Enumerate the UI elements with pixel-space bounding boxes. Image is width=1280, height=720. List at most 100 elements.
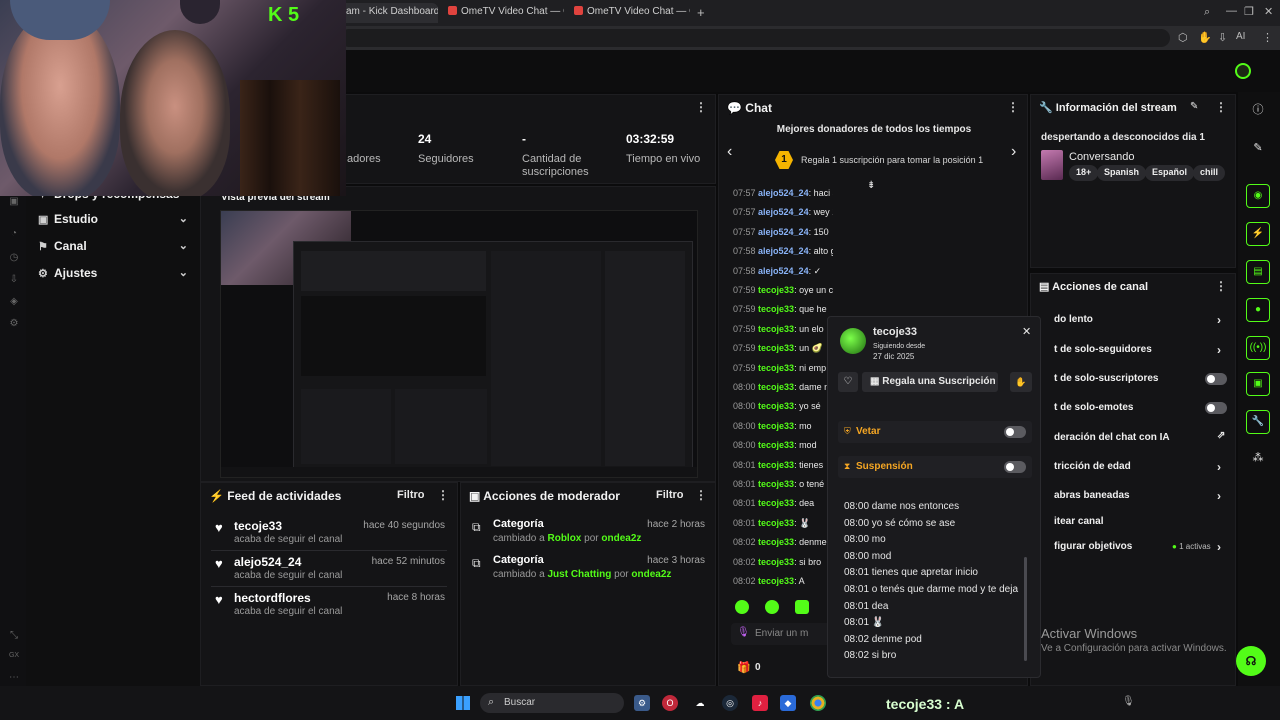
chat-message[interactable]: 08:00 tecoje33: mod xyxy=(733,440,817,450)
emote-3-icon[interactable] xyxy=(795,600,809,614)
stream-info-menu-icon[interactable]: ⋮ xyxy=(1215,100,1227,114)
app-icon[interactable]: ◆ xyxy=(780,695,796,711)
more-options-button[interactable]: ✋ xyxy=(1010,372,1032,392)
donors-next-icon[interactable]: › xyxy=(1011,143,1016,161)
tab-ometv-2[interactable]: OmeTV Video Chat — Ome xyxy=(566,3,690,23)
chat-message[interactable]: 08:00 tecoje33: mo xyxy=(733,421,812,431)
cloud-app-icon[interactable]: ☁ xyxy=(692,695,708,711)
chat-message-user[interactable]: tecoje33 xyxy=(758,576,794,586)
chat-message[interactable]: 07:59 tecoje33: oye un choclo xyxy=(733,285,833,295)
rail-icon-6[interactable]: ⚙ xyxy=(8,318,20,330)
extension-icon[interactable]: ⬡ xyxy=(1178,31,1188,44)
external-link-icon[interactable]: ⇗ xyxy=(1217,430,1225,441)
chat-message-user[interactable]: tecoje33 xyxy=(758,537,794,547)
activity-filter-button[interactable]: Filtro xyxy=(397,489,425,501)
close-window-icon[interactable]: ✕ xyxy=(1264,5,1273,18)
chat-message-user[interactable]: tecoje33 xyxy=(758,304,794,314)
chat-message-user[interactable]: alejo524_24 xyxy=(758,227,809,237)
chat-message-user[interactable]: tecoje33 xyxy=(758,324,794,334)
chat-message[interactable]: 07:57 alejo524_24: 150 xyxy=(733,227,829,237)
chevron-right-icon[interactable]: › xyxy=(1217,540,1221,554)
mic-tray-icon[interactable]: 🎙 xyxy=(1122,696,1135,707)
chat-message[interactable]: 07:59 tecoje33: un elo xyxy=(733,324,824,334)
chevron-right-icon[interactable]: › xyxy=(1217,489,1221,503)
chat-message-user[interactable]: alejo524_24 xyxy=(758,207,809,217)
share-icon[interactable]: ⁂ xyxy=(1246,446,1270,470)
tab-ometv-1[interactable]: OmeTV Video Chat — Ome xyxy=(440,3,564,23)
stats-menu-icon[interactable]: ⋮ xyxy=(695,100,707,114)
emote-2-icon[interactable] xyxy=(765,600,779,614)
timeout-toggle[interactable] xyxy=(1004,461,1026,473)
donors-prev-icon[interactable]: ‹ xyxy=(727,143,732,161)
info-icon[interactable]: ⓘ xyxy=(1246,98,1270,122)
gift-box-icon[interactable]: 🎁 xyxy=(737,661,751,674)
new-tab-button[interactable]: + xyxy=(697,5,705,20)
subscribers-only-toggle[interactable] xyxy=(1205,373,1227,385)
lightning-button[interactable]: ⚡ xyxy=(1246,222,1270,246)
chat-message[interactable]: 07:58 alejo524_24: ✓ xyxy=(733,266,821,277)
rail-icon-1[interactable]: ▣ xyxy=(8,196,20,208)
nav-item-studio[interactable]: ▣ Estudio ⌄ xyxy=(38,212,188,232)
chat-message-user[interactable]: tecoje33 xyxy=(758,382,794,392)
action-ai-moderation[interactable]: deración del chat con IA xyxy=(1054,432,1170,443)
emotes-only-toggle[interactable] xyxy=(1205,402,1227,414)
channel-actions-menu-icon[interactable]: ⋮ xyxy=(1215,279,1227,293)
search-tabs-icon[interactable]: ⌕ xyxy=(1204,6,1210,19)
chat-message[interactable]: 07:59 tecoje33: ni emp xyxy=(733,363,826,373)
rail-icon-2[interactable]: ◔ xyxy=(8,228,20,240)
rail-more-icon[interactable]: ⋯ xyxy=(8,672,20,684)
feed-user-2[interactable]: alejo524_24 xyxy=(234,555,301,569)
chat-message-user[interactable]: alejo524_24 xyxy=(758,266,809,276)
action-goals[interactable]: figurar objetivos xyxy=(1054,541,1132,552)
camera-button[interactable]: ◉ xyxy=(1246,184,1270,208)
notes-button[interactable]: ▤ xyxy=(1246,260,1270,284)
action-emotes-only[interactable]: t de solo-emotes xyxy=(1054,402,1133,413)
rail-icon-5[interactable]: ◈ xyxy=(8,296,20,308)
maximize-icon[interactable]: ❐ xyxy=(1244,5,1254,18)
chat-message[interactable]: 07:59 tecoje33: que he xyxy=(733,304,827,314)
extension-2-icon[interactable]: ✋ xyxy=(1198,31,1212,44)
taskbar-search[interactable]: ⌕ Buscar xyxy=(480,693,624,713)
ai-button[interactable]: AI xyxy=(1236,31,1245,42)
rail-icon-8[interactable]: GX xyxy=(8,652,20,664)
chat-message[interactable]: 08:00 tecoje33: dame n xyxy=(733,382,829,392)
minimize-icon[interactable]: — xyxy=(1226,5,1237,17)
nav-item-channel[interactable]: ⚑ Canal ⌄ xyxy=(38,239,188,259)
mod-menu-icon[interactable]: ⋮ xyxy=(695,488,707,502)
chat-message-user[interactable]: tecoje33 xyxy=(758,363,794,373)
chat-message-user[interactable]: tecoje33 xyxy=(758,440,794,450)
mod-filter-button[interactable]: Filtro xyxy=(656,489,684,501)
chat-input[interactable]: 🎙 Enviar un m xyxy=(731,623,831,645)
downloads-icon[interactable]: ⇩ xyxy=(1218,31,1227,44)
url-field[interactable] xyxy=(340,29,1170,47)
gift-sub-button[interactable]: ▦ Regala una Suscripción xyxy=(862,372,998,392)
chevron-right-icon[interactable]: › xyxy=(1217,460,1221,474)
browser-menu-icon[interactable]: ⋮ xyxy=(1262,31,1273,44)
steam-app-icon[interactable]: ◎ xyxy=(722,695,738,711)
scroll-down-icon[interactable]: ⇟ xyxy=(867,180,875,191)
action-subscribers-only[interactable]: t de solo-suscriptores xyxy=(1054,373,1158,384)
chevron-right-icon[interactable]: › xyxy=(1217,343,1221,357)
chat-message[interactable]: 07:58 alejo524_24: alto gesto xyxy=(733,246,833,256)
feed-user-3[interactable]: hectordflores xyxy=(234,591,311,605)
chat-message-user[interactable]: tecoje33 xyxy=(758,285,794,295)
emote-1-icon[interactable] xyxy=(735,600,749,614)
rail-icon-7[interactable]: ⤡ xyxy=(8,630,20,642)
chat-message[interactable]: 08:01 tecoje33: tienes xyxy=(733,460,823,470)
chat-message[interactable]: 08:02 tecoje33: si bro xyxy=(733,557,821,567)
layout-button[interactable]: ▣ xyxy=(1246,372,1270,396)
chat-message-user[interactable]: tecoje33 xyxy=(758,498,794,508)
chat-message-user[interactable]: tecoje33 xyxy=(758,343,794,353)
nav-item-settings[interactable]: ⚙ Ajustes ⌄ xyxy=(38,266,188,286)
follow-heart-button[interactable]: ♡ xyxy=(838,372,858,392)
chat-message-user[interactable]: tecoje33 xyxy=(758,557,794,567)
chat-message[interactable]: 08:02 tecoje33: A xyxy=(733,576,805,586)
action-followers-only[interactable]: t de solo-seguidores xyxy=(1054,344,1152,355)
music-app-icon[interactable]: ♪ xyxy=(752,695,768,711)
close-icon[interactable]: ✕ xyxy=(1022,325,1031,338)
chat-message-user[interactable]: tecoje33 xyxy=(758,401,794,411)
windows-start-icon[interactable] xyxy=(456,696,470,710)
chat-message-user[interactable]: tecoje33 xyxy=(758,460,794,470)
edit-stream-info-icon[interactable]: ✎ xyxy=(1190,101,1198,112)
chat-bubble-button[interactable]: ● xyxy=(1246,298,1270,322)
